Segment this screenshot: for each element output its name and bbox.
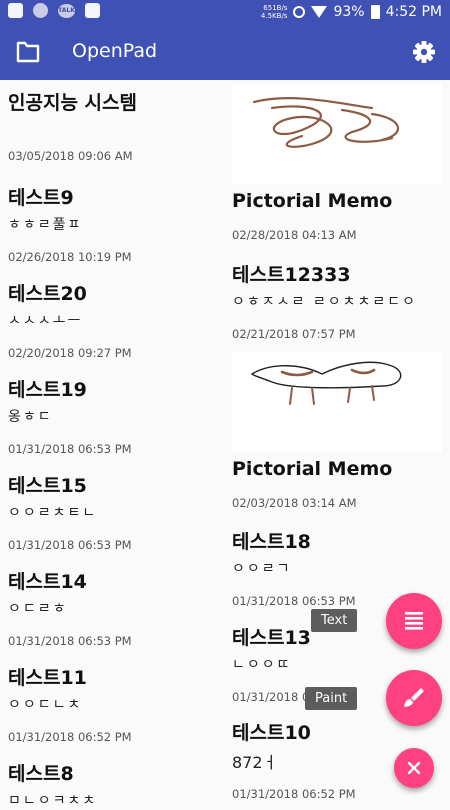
note-title: 테스트12333 <box>232 264 351 286</box>
note-card[interactable]: 테스트10 872ㅓ 01/31/2018 06:52 PM <box>232 718 356 801</box>
note-date: 01/31/2018 06:53 PM <box>8 442 132 456</box>
fab-text-label[interactable]: Text <box>311 609 358 632</box>
note-date: 02/26/2018 10:19 PM <box>8 250 132 264</box>
note-title: 테스트18 <box>232 531 311 553</box>
kakaotalk-icon: TALK <box>58 3 75 18</box>
fab-paint-label[interactable]: Paint <box>305 687 358 710</box>
drawing-image <box>250 361 402 405</box>
note-title: 테스트14 <box>8 571 87 593</box>
note-body: ㄴㅇㅇㄸ <box>232 657 292 673</box>
fab-text-button[interactable] <box>386 593 442 649</box>
note-card[interactable]: 테스트18 ㅇㅇㄹㄱ 01/31/2018 06:53 PM <box>232 527 356 608</box>
note-card[interactable]: 테스트20 ㅅㅅㅅㅗㅡ 02/20/2018 09:27 PM <box>8 279 132 360</box>
note-title: 테스트10 <box>232 722 311 744</box>
note-date: 01/31/2018 06:53 PM <box>8 634 132 648</box>
note-date: 02/21/2018 07:57 PM <box>232 327 356 341</box>
image-icon <box>85 3 100 18</box>
alarm-icon <box>293 6 306 18</box>
note-body: ㅅㅅㅅㅗㅡ <box>8 313 83 329</box>
note-card[interactable]: 테스트15 ㅇㅇㄹㅊㅌㄴ 01/31/2018 06:53 PM <box>8 471 132 552</box>
note-title: 테스트8 <box>8 763 74 785</box>
list-icon <box>405 612 423 630</box>
note-date: 01/31/2018 06:53 PM <box>8 538 132 552</box>
note-body: ㅇㅇㄷㄴㅊ <box>8 697 83 713</box>
clock: 4:52 PM <box>385 4 442 20</box>
note-card[interactable]: 테스트8 ㅁㄴㅇㅋㅊㅊ <box>8 759 97 810</box>
app-bar: OpenPad <box>0 24 450 80</box>
note-date: 01/31/2018 06:52 PM <box>8 730 132 744</box>
wifi-icon <box>311 6 328 18</box>
app-title: OpenPad <box>72 40 158 62</box>
folder-icon <box>16 41 40 63</box>
note-card[interactable]: 테스트19 옹ㅎㄷ 01/31/2018 06:53 PM <box>8 375 132 456</box>
note-card[interactable]: Pictorial Memo 02/28/2018 04:13 AM <box>232 84 442 242</box>
note-title: Pictorial Memo <box>232 190 393 212</box>
note-card[interactable]: 테스트9 ㅎㅎㄹ풀ㅍ 02/26/2018 10:19 PM <box>8 183 132 264</box>
note-body: ㅇㅇㄹㅊㅌㄴ <box>8 505 98 521</box>
note-body: ㅎㅎㄹ풀ㅍ <box>8 217 83 233</box>
note-title: 테스트20 <box>8 283 87 305</box>
note-date: 02/28/2018 04:13 AM <box>232 228 357 242</box>
note-title: Pictorial Memo <box>232 458 393 480</box>
battery-level: 93% <box>333 4 365 20</box>
drawing-thumbnail <box>232 84 442 184</box>
note-date: 02/20/2018 09:27 PM <box>8 346 132 360</box>
note-card[interactable]: 테스트14 ㅇㄷㄹㅎ 01/31/2018 06:53 PM <box>8 567 132 648</box>
note-card[interactable]: 테스트11 ㅇㅇㄷㄴㅊ 01/31/2018 06:52 PM <box>8 663 132 744</box>
fab-close-button[interactable] <box>394 748 434 788</box>
note-title: 테스트15 <box>8 475 87 497</box>
network-speed: 651B/s 4.5KB/s <box>260 4 288 20</box>
note-title: 테스트19 <box>8 379 87 401</box>
settings-button[interactable] <box>406 36 442 68</box>
note-date: 01/31/2018 06:53 PM <box>232 594 356 608</box>
gear-icon <box>413 41 435 63</box>
note-title: 테스트11 <box>8 667 87 689</box>
note-body: ㅁㄴㅇㅋㅊㅊ <box>8 793 98 809</box>
note-body: 옹ㅎㄷ <box>8 409 53 425</box>
drawing-thumbnail <box>232 352 442 452</box>
note-body: ㅇㅇㄹㄱ <box>232 561 292 577</box>
drawing-image <box>252 97 400 148</box>
twitch-icon <box>8 3 23 18</box>
note-date: 02/03/2018 03:14 AM <box>232 496 357 510</box>
fab-paint-button[interactable] <box>386 670 442 726</box>
folder-button[interactable] <box>10 36 46 68</box>
note-body: ㅇㅎㅈㅅㄹ ㄹㅇㅊㅊㄹㄷㅇ <box>232 294 418 310</box>
battery-icon <box>370 5 380 19</box>
note-body: 872ㅓ <box>232 753 278 772</box>
brush-icon <box>404 688 424 707</box>
note-title: 인공지능 시스템 <box>8 92 137 114</box>
note-card[interactable]: 인공지능 시스템 03/05/2018 09:06 AM <box>8 88 137 163</box>
close-icon <box>407 761 421 775</box>
note-card[interactable]: Pictorial Memo 02/03/2018 03:14 AM <box>232 352 442 510</box>
notification-circle-icon <box>33 3 48 18</box>
status-bar: TALK 651B/s 4.5KB/s 93% 4:52 PM <box>0 0 450 24</box>
note-date: 01/31/2018 06:52 PM <box>232 787 356 801</box>
note-card[interactable]: 테스트12333 ㅇㅎㅈㅅㄹ ㄹㅇㅊㅊㄹㄷㅇ 02/21/2018 07:57 … <box>232 260 417 341</box>
note-date: 03/05/2018 09:06 AM <box>8 149 133 163</box>
note-body: ㅇㄷㄹㅎ <box>8 601 68 617</box>
note-title: 테스트9 <box>8 187 74 209</box>
